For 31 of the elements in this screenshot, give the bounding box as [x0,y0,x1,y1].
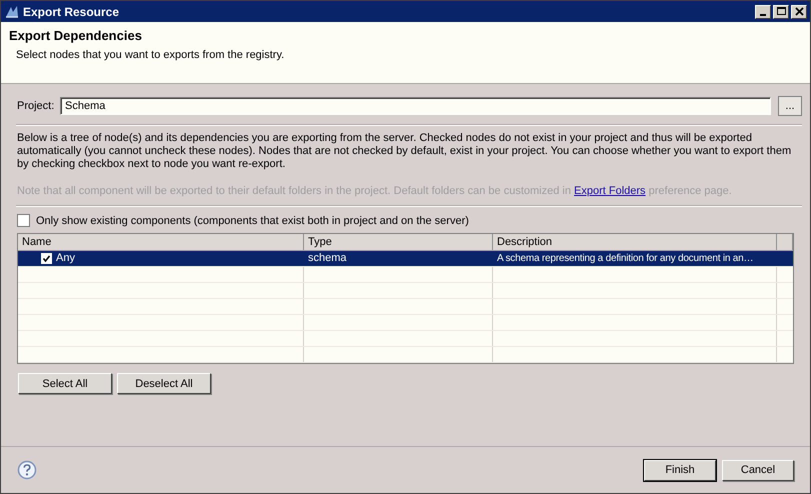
minimize-icon [760,14,766,16]
checkbox-label: Only show existing components (components that exist both in project and on the server) [36,214,469,226]
export-folders-link[interactable]: Export Folders [574,185,646,197]
column-header[interactable]: Name [18,234,304,250]
field-label: Project: [17,100,55,112]
table-row[interactable]: Any schema A schema representing a definition for any document in an… [18,251,793,267]
page-subtitle: Select nodes that you want to exports from the registry. [16,49,286,61]
table-cell: Any [56,251,75,266]
page-title: Export Dependencies [9,28,143,43]
app-icon [4,4,20,20]
column-header[interactable]: Type [304,234,493,250]
dialog-button[interactable]: Cancel [722,460,794,480]
maximize-icon [776,6,786,17]
check-icon [42,254,51,263]
select-button[interactable]: Deselect All [117,373,211,394]
description-text: Below is a tree of node(s) and its dependencies you are exporting from the server. Checked nodes do not exist in your project and thus will be exported automatically (you cannot uncheck these nodes). Nodes that are not checked by default, exist in your project. You can choose whether you want to export them by checking checkbox next to node you want re-export. [17,132,792,171]
table-cell: schema [304,251,493,266]
window-title: Export Resource [23,4,120,18]
select-button[interactable]: Select All [18,373,112,394]
close-icon [794,6,804,17]
help-icon[interactable] [17,460,37,480]
column-header[interactable]: Description [493,234,777,250]
project-field[interactable]: Schema [60,97,771,115]
maximize-button[interactable] [773,4,789,18]
table-cell: A schema representing a definition for any document in an… [493,251,777,266]
checkbox[interactable] [17,214,30,227]
close-button[interactable] [791,4,807,18]
minimize-button[interactable] [755,4,771,18]
note-text: Note that all component will be exported to their default folders in the project. Default folders can be customized in Export Folders preference page. [17,185,733,197]
dialog-button[interactable]: Finish [644,460,716,480]
browse-button[interactable]: ... [778,96,802,116]
